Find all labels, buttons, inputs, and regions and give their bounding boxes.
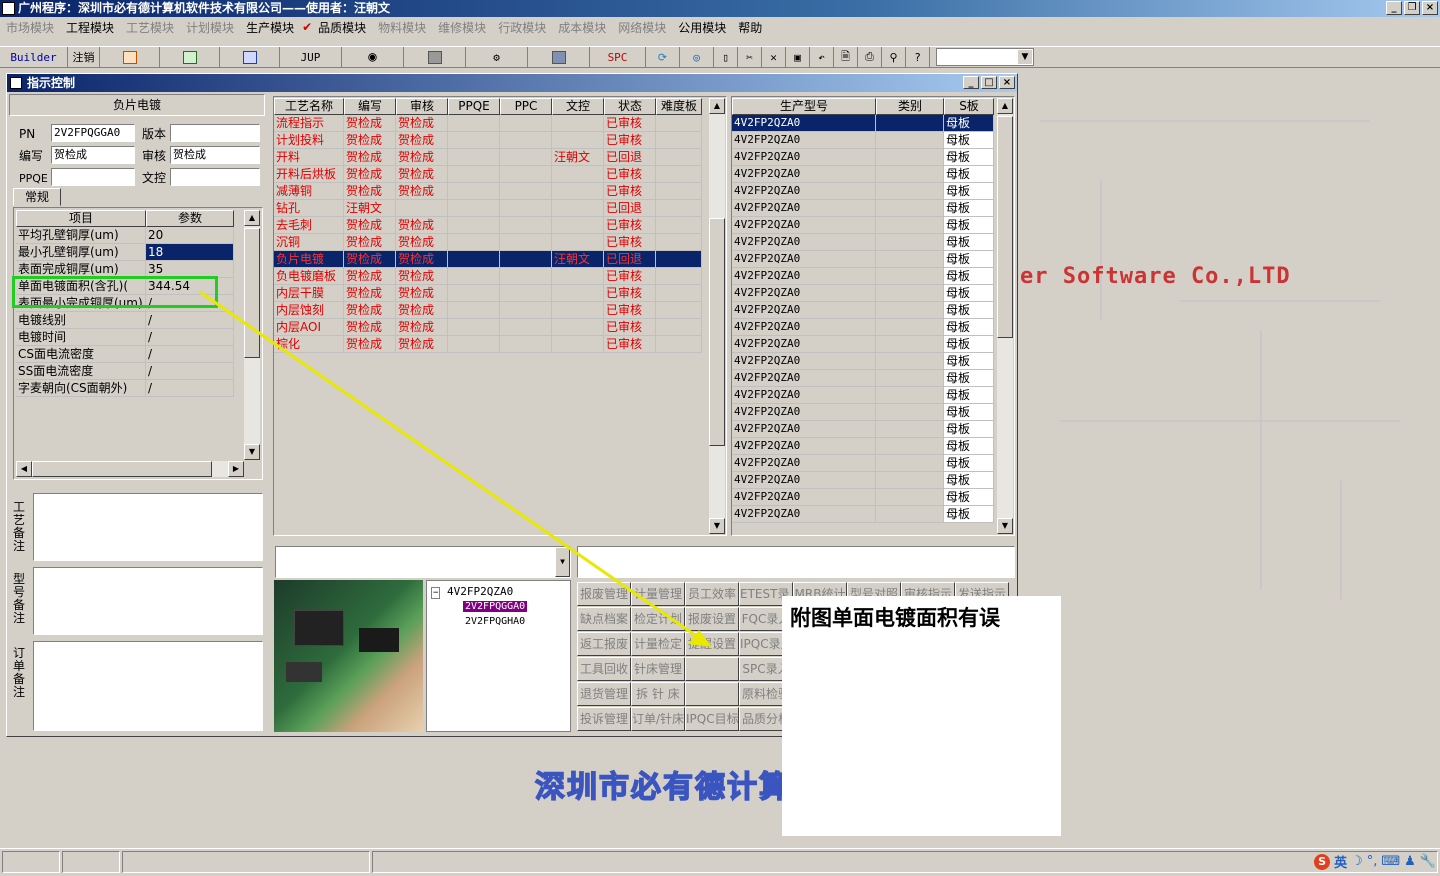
annotation-note: 附图单面电镀面积有误 <box>782 596 1061 836</box>
ime-lang[interactable]: 英 <box>1334 852 1347 871</box>
punctuation-icon: °, <box>1366 854 1378 869</box>
keyboard-icon: ⌨ <box>1381 854 1401 869</box>
wrench-icon: 🔧 <box>1419 854 1436 869</box>
annotation-note-text: 附图单面电镀面积有误 <box>790 605 1000 630</box>
status-bar: S 英 ☽ °, ⌨ ♟ 🔧 <box>0 848 1440 876</box>
user-icon: ♟ <box>1404 854 1416 869</box>
annotation-arrow <box>199 290 712 647</box>
moon-icon: ☽ <box>1351 854 1363 869</box>
ime-toolbar[interactable]: S 英 ☽ °, ⌨ ♟ 🔧 <box>1314 852 1436 871</box>
sogou-icon: S <box>1314 853 1331 870</box>
